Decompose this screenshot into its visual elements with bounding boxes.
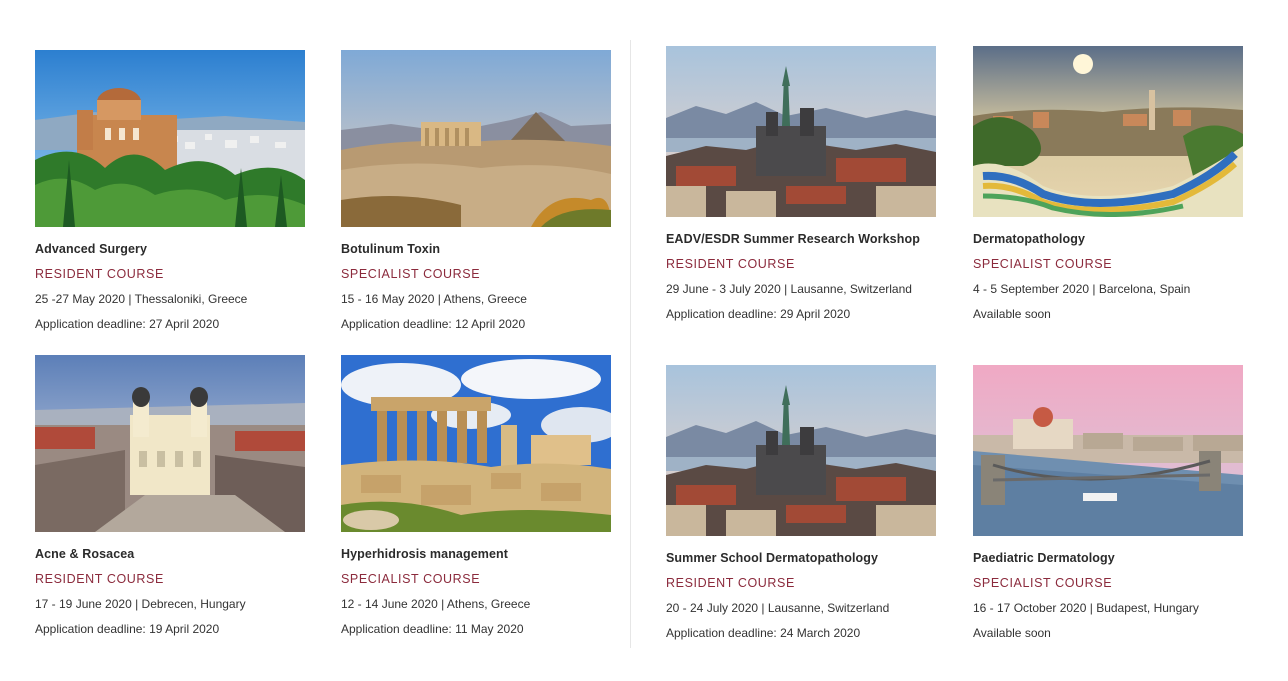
course-card-dermatopathology[interactable]: Dermatopathology SPECIALIST COURSE 4 - 5… [973, 46, 1243, 322]
course-title[interactable]: Botulinum Toxin [341, 241, 611, 257]
application-deadline: Application deadline: 11 May 2020 [341, 622, 524, 636]
course-type-label: RESIDENT COURSE [35, 572, 164, 586]
course-title[interactable]: Hyperhidrosis management [341, 546, 611, 562]
course-image[interactable] [666, 46, 936, 217]
course-type-label: RESIDENT COURSE [666, 257, 795, 271]
course-image[interactable] [341, 50, 611, 227]
course-image[interactable] [973, 365, 1243, 536]
course-card-advanced-surgery[interactable]: Advanced Surgery RESIDENT COURSE 25 -27 … [35, 50, 305, 332]
course-type-label: SPECIALIST COURSE [341, 267, 481, 281]
course-dates-location: 15 - 16 May 2020 | Athens, Greece [341, 292, 527, 306]
course-type-label: RESIDENT COURSE [666, 576, 795, 590]
application-deadline: Available soon [973, 626, 1051, 640]
course-dates-location: 4 - 5 September 2020 | Barcelona, Spain [973, 282, 1191, 296]
course-type-label: RESIDENT COURSE [35, 267, 164, 281]
application-deadline: Available soon [973, 307, 1051, 321]
course-dates-location: 25 -27 May 2020 | Thessaloniki, Greece [35, 292, 248, 306]
course-dates-location: 12 - 14 June 2020 | Athens, Greece [341, 597, 531, 611]
course-title[interactable]: EADV/ESDR Summer Research Workshop [666, 231, 936, 247]
course-card-hyperhidrosis-management[interactable]: Hyperhidrosis management SPECIALIST COUR… [341, 355, 611, 637]
course-title[interactable]: Advanced Surgery [35, 241, 305, 257]
course-image[interactable] [35, 50, 305, 227]
course-image[interactable] [35, 355, 305, 532]
course-image[interactable] [973, 46, 1243, 217]
course-card-summer-school-dermatopathology[interactable]: Summer School Dermatopathology RESIDENT … [666, 365, 936, 641]
application-deadline: Application deadline: 24 March 2020 [666, 626, 861, 640]
course-dates-location: 29 June - 3 July 2020 | Lausanne, Switze… [666, 282, 912, 296]
course-type-label: SPECIALIST COURSE [341, 572, 481, 586]
course-title[interactable]: Acne & Rosacea [35, 546, 305, 562]
course-title[interactable]: Dermatopathology [973, 231, 1243, 247]
application-deadline: Application deadline: 12 April 2020 [341, 317, 526, 331]
course-card-botulinum-toxin[interactable]: Botulinum Toxin SPECIALIST COURSE 15 - 1… [341, 50, 611, 332]
course-dates-location: 17 - 19 June 2020 | Debrecen, Hungary [35, 597, 246, 611]
course-type-label: SPECIALIST COURSE [973, 257, 1113, 271]
course-dates-location: 20 - 24 July 2020 | Lausanne, Switzerlan… [666, 601, 890, 615]
course-image[interactable] [341, 355, 611, 532]
course-card-acne-rosacea[interactable]: Acne & Rosacea RESIDENT COURSE 17 - 19 J… [35, 355, 305, 637]
column-divider [630, 40, 631, 648]
application-deadline: Application deadline: 29 April 2020 [666, 307, 851, 321]
course-dates-location: 16 - 17 October 2020 | Budapest, Hungary [973, 601, 1199, 615]
course-title[interactable]: Paediatric Dermatology [973, 550, 1243, 566]
course-title[interactable]: Summer School Dermatopathology [666, 550, 936, 566]
course-card-paediatric-dermatology[interactable]: Paediatric Dermatology SPECIALIST COURSE… [973, 365, 1243, 641]
application-deadline: Application deadline: 19 April 2020 [35, 622, 220, 636]
application-deadline: Application deadline: 27 April 2020 [35, 317, 220, 331]
course-type-label: SPECIALIST COURSE [973, 576, 1113, 590]
course-card-summer-research-workshop[interactable]: EADV/ESDR Summer Research Workshop RESID… [666, 46, 936, 322]
course-image[interactable] [666, 365, 936, 536]
